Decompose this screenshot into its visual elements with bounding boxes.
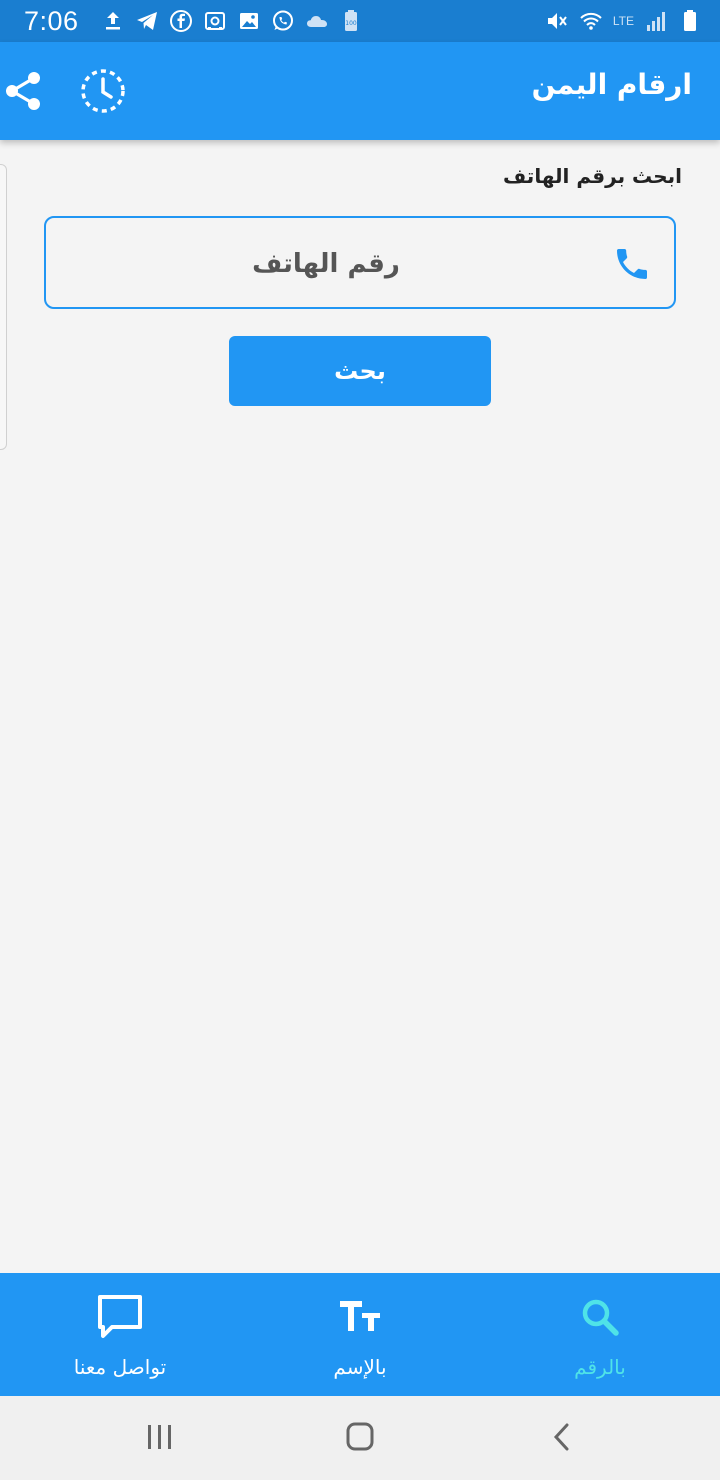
volte-label: LTE: [612, 14, 634, 28]
app-bar: ارقام اليمن: [0, 42, 720, 140]
gallery-icon: [237, 9, 261, 33]
app-screen: 7:06 100 LTE ارقام اليمن ابحث برقم الهات…: [0, 0, 720, 1480]
nav-label-contact: تواصل معنا: [73, 1355, 167, 1379]
history-button[interactable]: [78, 66, 128, 116]
notification-icons: 100: [101, 9, 363, 33]
wifi-icon: [579, 9, 603, 33]
facebook-icon: [169, 9, 193, 33]
phone-input[interactable]: [106, 236, 546, 292]
nav-item-contact[interactable]: تواصل معنا: [20, 1273, 220, 1396]
phone-field[interactable]: [44, 216, 676, 309]
cloud-icon: [305, 9, 329, 33]
search-button[interactable]: بحث: [229, 336, 491, 406]
status-time: 7:06: [24, 5, 79, 36]
system-status-icons: LTE: [545, 9, 702, 33]
back-icon[interactable]: [542, 1420, 582, 1456]
battery-saver-label: 100: [345, 20, 357, 27]
signal-icon: [644, 9, 668, 33]
battery-saver-icon: 100: [339, 9, 363, 33]
vpn-icon: [203, 9, 227, 33]
drawer-handle[interactable]: [0, 164, 7, 450]
recent-apps-icon[interactable]: [140, 1420, 180, 1456]
history-icon: [81, 69, 125, 113]
search-icon: [582, 1299, 619, 1336]
system-nav-bar: [0, 1396, 720, 1480]
text-size-icon: [340, 1301, 380, 1331]
share-button[interactable]: [4, 70, 42, 112]
phone-icon: [617, 249, 647, 279]
nav-item-by-name[interactable]: بالإسم: [260, 1273, 460, 1396]
nav-item-by-number[interactable]: بالرقم: [500, 1273, 700, 1396]
battery-icon: [678, 9, 702, 33]
share-icon: [6, 72, 40, 110]
telegram-icon: [135, 9, 159, 33]
status-bar: 7:06 100 LTE: [0, 0, 720, 42]
bottom-nav: تواصل معنا بالإسم بالرقم: [0, 1273, 720, 1396]
page-title: ارقام اليمن: [531, 68, 692, 101]
whatsapp-icon: [271, 9, 295, 33]
nav-label-by-number: بالرقم: [574, 1355, 626, 1379]
home-icon[interactable]: [340, 1420, 380, 1456]
mute-icon: [545, 9, 569, 33]
upload-icon: [101, 9, 125, 33]
chat-icon: [98, 1295, 142, 1338]
nav-label-by-name: بالإسم: [333, 1355, 387, 1379]
search-section-label: ابحث برقم الهاتف: [502, 164, 682, 188]
